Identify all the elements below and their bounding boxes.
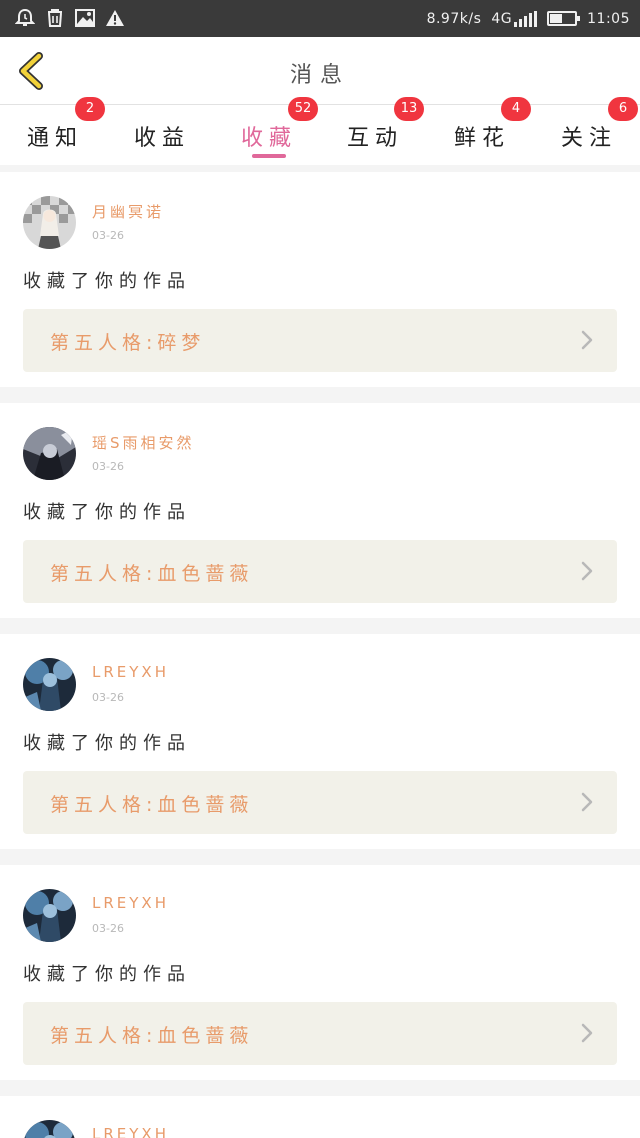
avatar[interactable] xyxy=(23,196,76,249)
image-icon xyxy=(74,7,96,29)
badge-count: 52 xyxy=(288,97,318,121)
network-type: 4G xyxy=(491,10,513,27)
tab-label: 收益 xyxy=(133,126,190,151)
tab-favorites[interactable]: 52 收藏 xyxy=(224,97,318,165)
work-link[interactable]: 第五人格:血色蔷薇 xyxy=(23,1002,617,1065)
list-item: 瑶S雨相安然 03-26 收藏了你的作品 第五人格:血色蔷薇 xyxy=(0,403,640,618)
action-text: 收藏了你的作品 xyxy=(23,964,191,985)
username[interactable]: 瑶S雨相安然 xyxy=(92,432,195,453)
tab-flowers[interactable]: 4 鲜花 xyxy=(437,97,531,165)
timestamp: 03-26 xyxy=(92,691,124,704)
username[interactable]: LREYXH xyxy=(92,894,169,912)
work-title: 第五人格:血色蔷薇 xyxy=(50,1025,254,1047)
timestamp: 03-26 xyxy=(92,229,124,242)
work-title: 第五人格:血色蔷薇 xyxy=(50,563,254,585)
action-text: 收藏了你的作品 xyxy=(23,733,191,754)
chevron-right-icon xyxy=(581,330,593,350)
tab-label: 鲜花 xyxy=(453,126,510,151)
tab-label: 互动 xyxy=(346,126,403,151)
action-text: 收藏了你的作品 xyxy=(23,502,191,523)
list-item: LREYXH 03-26 收藏了你的作品 第五人格:血色蔷薇 xyxy=(0,865,640,1080)
badge-count: 4 xyxy=(501,97,531,121)
chevron-right-icon xyxy=(581,561,593,581)
warning-icon xyxy=(104,7,126,29)
timestamp: 03-26 xyxy=(92,922,124,935)
work-link[interactable]: 第五人格:血色蔷薇 xyxy=(23,771,617,834)
header: 消息 xyxy=(0,37,640,105)
favorites-feed: 月幽冥诺 03-26 收藏了你的作品 第五人格:碎梦 瑶S雨相安然 03-26 … xyxy=(0,172,640,1138)
badge-count: 6 xyxy=(608,97,638,121)
signal-icon xyxy=(514,10,538,27)
username[interactable]: 月幽冥诺 xyxy=(92,201,164,222)
alarm-icon xyxy=(14,7,36,29)
work-link[interactable]: 第五人格:血色蔷薇 xyxy=(23,540,617,603)
badge-count: 13 xyxy=(394,97,424,121)
tab-label: 收藏 xyxy=(240,126,297,151)
list-item: LREYXH xyxy=(0,1096,640,1138)
tab-label: 关注 xyxy=(560,126,617,151)
avatar[interactable] xyxy=(23,1120,76,1138)
work-title: 第五人格:血色蔷薇 xyxy=(50,794,254,816)
clock: 11:05 xyxy=(587,10,630,27)
battery-icon xyxy=(547,11,581,26)
chevron-right-icon xyxy=(581,1023,593,1043)
list-item: LREYXH 03-26 收藏了你的作品 第五人格:血色蔷薇 xyxy=(0,634,640,849)
work-title: 第五人格:碎梦 xyxy=(50,332,206,354)
status-bar: 8.97k/s 4G 11:05 xyxy=(0,0,640,37)
tab-bar: 通知 2 收益 52 收藏 13 互动 4 鲜花 6 关注 xyxy=(0,97,640,165)
page-title: 消息 xyxy=(289,63,350,88)
chevron-right-icon xyxy=(581,792,593,812)
avatar[interactable] xyxy=(23,658,76,711)
timestamp: 03-26 xyxy=(92,460,124,473)
tab-follows[interactable]: 6 关注 xyxy=(544,97,638,165)
work-link[interactable]: 第五人格:碎梦 xyxy=(23,309,617,372)
tab-earnings[interactable]: 2 收益 xyxy=(75,97,207,165)
action-text: 收藏了你的作品 xyxy=(23,271,191,292)
avatar[interactable] xyxy=(23,427,76,480)
active-tab-indicator xyxy=(252,154,286,158)
trash-icon xyxy=(44,7,66,29)
list-item: 月幽冥诺 03-26 收藏了你的作品 第五人格:碎梦 xyxy=(0,172,640,387)
net-speed: 8.97k/s xyxy=(426,10,482,27)
badge-count: 2 xyxy=(75,97,105,121)
tab-label: 通知 xyxy=(26,126,83,151)
username[interactable]: LREYXH xyxy=(92,1125,169,1138)
username[interactable]: LREYXH xyxy=(92,663,169,681)
avatar[interactable] xyxy=(23,889,76,942)
tab-interactions[interactable]: 13 互动 xyxy=(330,97,424,165)
